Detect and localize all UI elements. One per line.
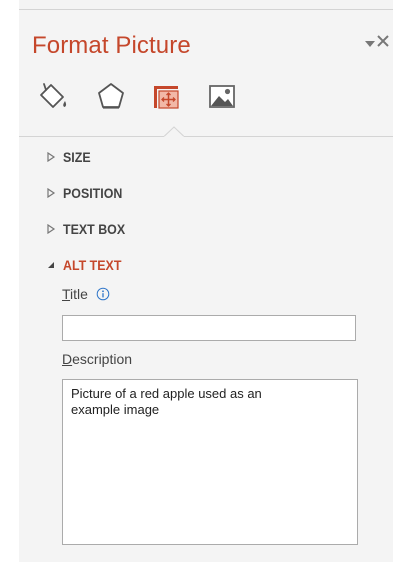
section-position-header[interactable]: POSITION [46,183,128,203]
description-label-accesskey: D [62,351,73,367]
close-pane-button[interactable] [375,33,391,49]
title-label: Title [62,286,88,302]
tab-fill-line[interactable] [37,80,69,112]
alt-text-title-input[interactable] [62,315,356,341]
tab-picture[interactable] [206,80,238,112]
alt-text-description-input[interactable]: Picture of a red apple used as an exampl… [62,379,358,545]
size-properties-icon [154,86,179,109]
info-icon[interactable] [96,287,110,301]
picture-icon [209,85,235,108]
title-label-rest: itle [70,286,88,302]
pane-title: Format Picture [32,32,191,59]
tab-size-properties[interactable] [150,80,182,112]
description-label-rest: escription [72,351,133,367]
section-alt-text-header[interactable]: ALT TEXT [46,255,127,275]
section-size-header[interactable]: SIZE [46,147,93,167]
close-icon [377,35,389,47]
selected-tab-indicator [164,126,184,138]
pentagon-icon [98,83,124,109]
tabs-divider [19,136,393,137]
section-label: SIZE [63,149,91,165]
section-label: POSITION [63,185,123,201]
section-text-box-header[interactable]: TEXT BOX [46,219,131,239]
expand-triangle-icon [47,224,56,234]
section-label: ALT TEXT [63,257,122,273]
expand-triangle-icon [47,152,56,162]
format-picture-pane: Format Picture SIZE POSITION TEXT BOX AL… [19,0,393,562]
description-label: Description [62,351,132,367]
paint-bucket-icon [40,83,67,108]
section-label: TEXT BOX [63,221,126,237]
title-label-accesskey: T [62,286,71,302]
top-divider [19,9,393,10]
collapse-triangle-icon [48,262,54,268]
expand-triangle-icon [47,188,56,198]
tab-effects[interactable] [95,80,127,112]
